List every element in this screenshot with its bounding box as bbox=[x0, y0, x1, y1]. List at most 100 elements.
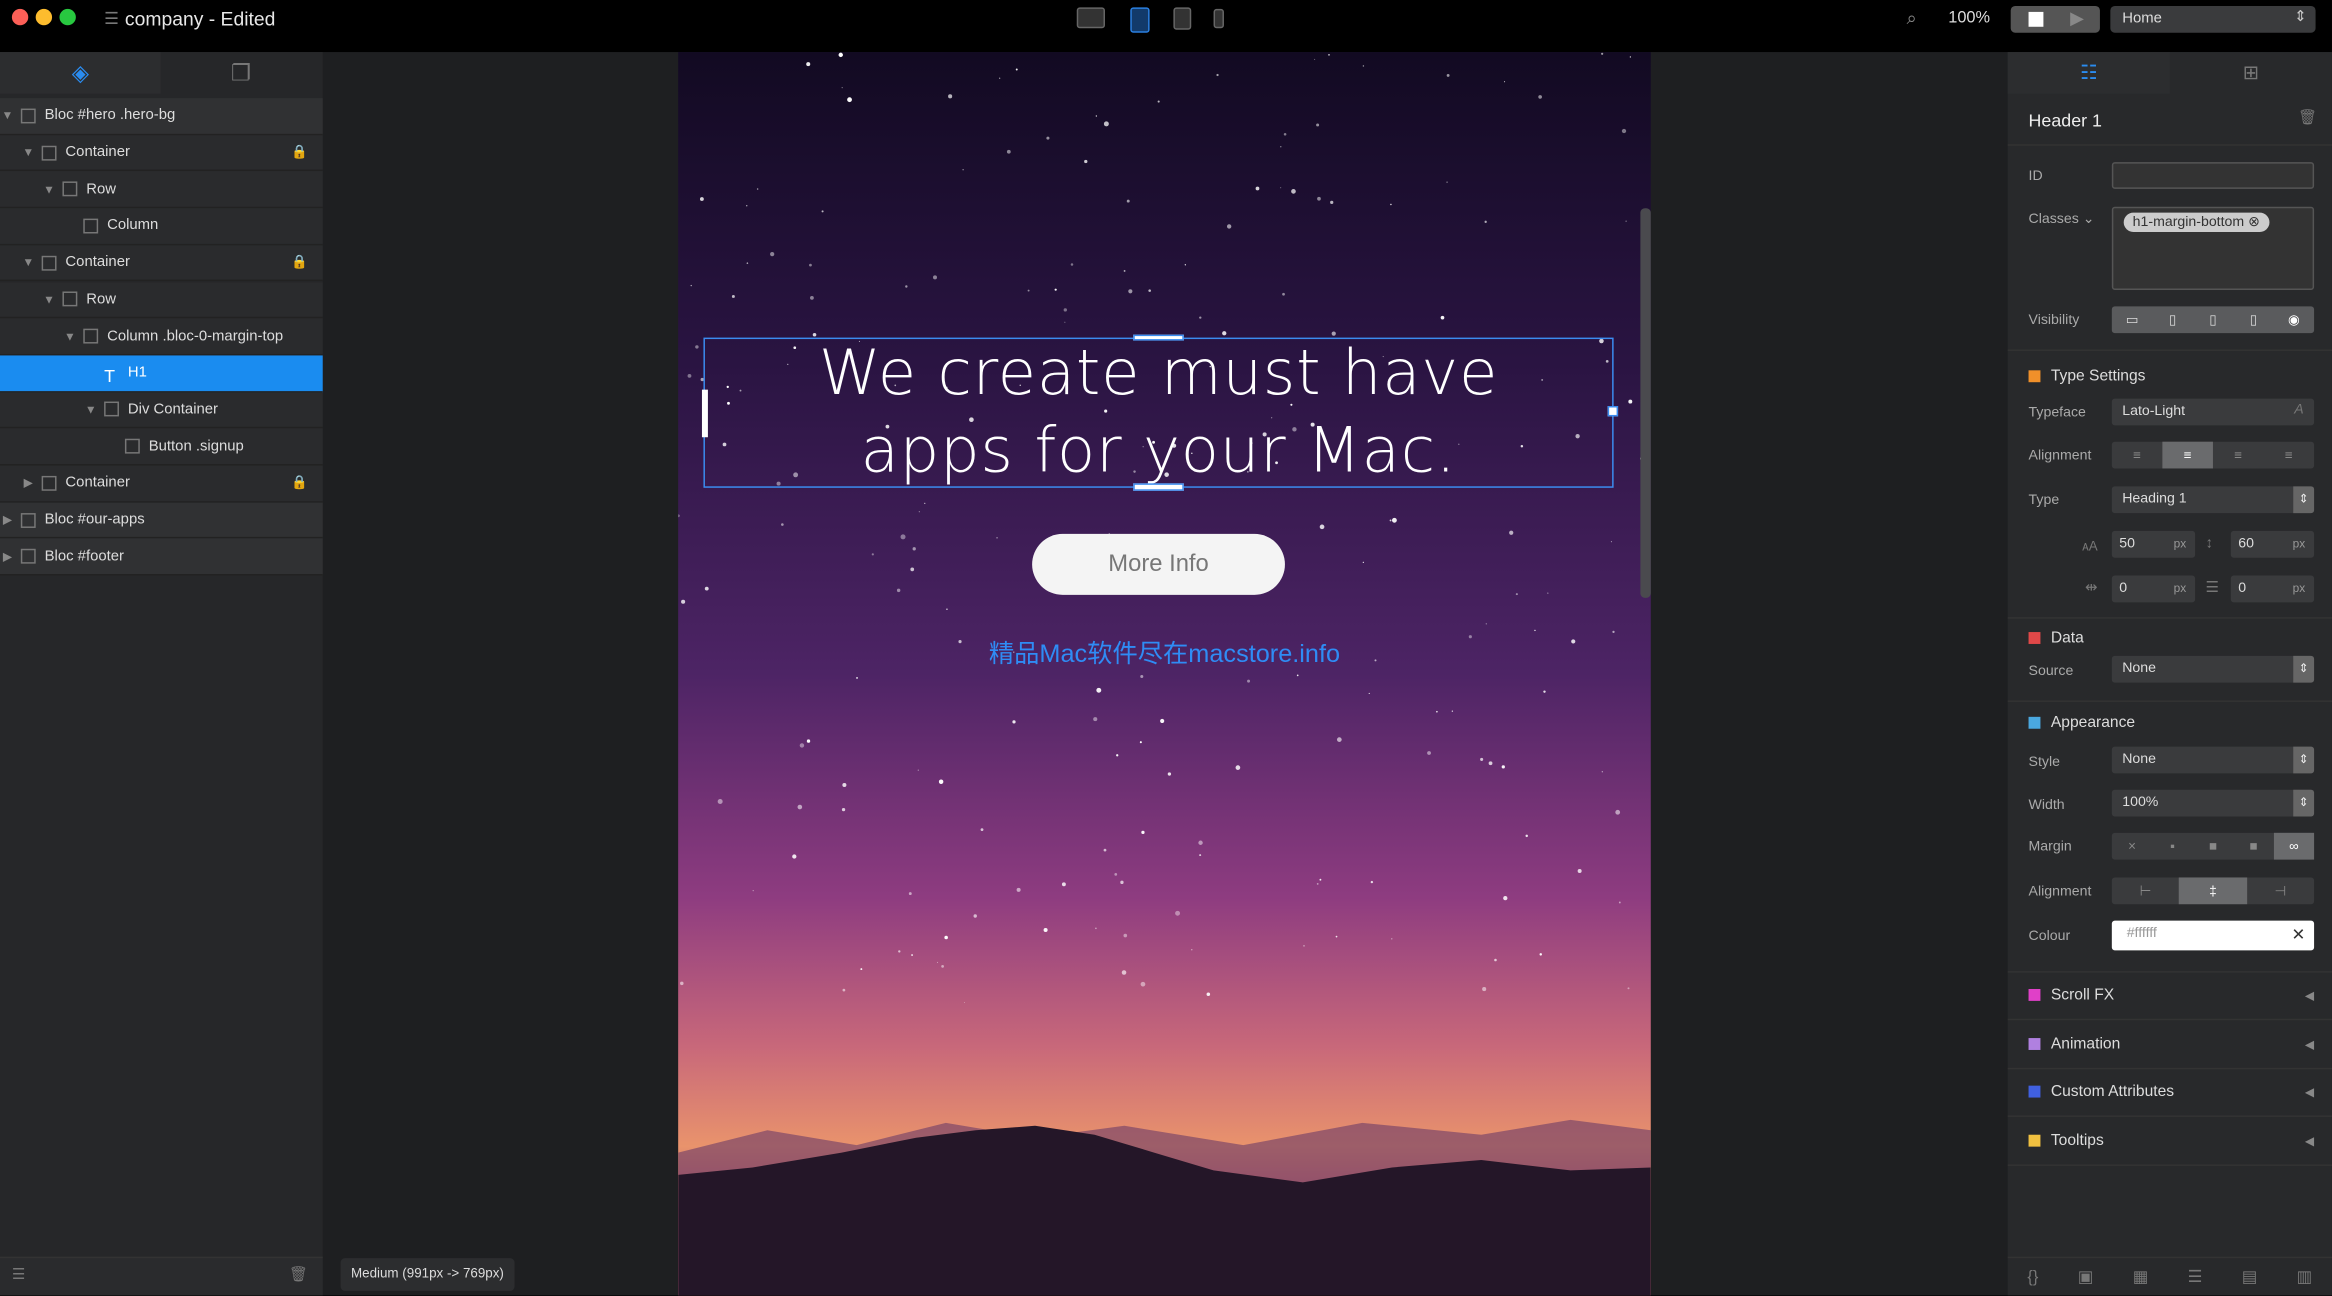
resize-handle-right[interactable] bbox=[1607, 406, 1619, 417]
width-select[interactable]: 100% ⇕ bbox=[2111, 789, 2315, 817]
expand-section-icon[interactable]: ◀ bbox=[2305, 1086, 2314, 1099]
layer-item[interactable]: ▼ Bloc #hero .hero-bg bbox=[0, 98, 323, 135]
visibility-tablet-portrait-icon[interactable]: ▯ bbox=[2193, 306, 2233, 333]
type-settings-header[interactable]: Type Settings bbox=[2028, 367, 2145, 385]
zoom-level[interactable]: 100% bbox=[1948, 9, 1990, 27]
settings-tab-icon[interactable]: ☷ bbox=[2007, 52, 2170, 94]
list-icon[interactable]: ☰ bbox=[2188, 1267, 2203, 1287]
page-preview[interactable]: We create must have apps for your Mac. Mo… bbox=[678, 52, 1651, 1296]
section-custom-attributes[interactable]: Custom Attributes bbox=[2028, 1083, 2174, 1101]
margin-link-icon[interactable]: ∞ bbox=[2273, 832, 2315, 860]
class-tag[interactable]: h1-margin-bottom ⊗ bbox=[2123, 212, 2269, 233]
zoom-window-button[interactable] bbox=[59, 8, 76, 26]
layer-item[interactable]: ▼ Row bbox=[0, 171, 323, 209]
id-input[interactable] bbox=[2111, 162, 2315, 189]
section-animation[interactable]: Animation bbox=[2028, 1034, 2120, 1052]
minimize-window-button[interactable] bbox=[35, 8, 53, 26]
layer-item[interactable]: ▼ Column .bloc-0-margin-top bbox=[0, 318, 323, 356]
grid-icon[interactable]: ▦ bbox=[2133, 1267, 2148, 1287]
layer-item[interactable]: ▶ Bloc #our-apps bbox=[0, 502, 323, 539]
collapse-arrow-icon[interactable]: ▼ bbox=[0, 109, 15, 122]
line-height-input[interactable]: 60 px bbox=[2230, 530, 2315, 558]
typeface-field[interactable]: Lato-Light A bbox=[2111, 398, 2315, 426]
page-selector[interactable]: Home ⇕ bbox=[2110, 5, 2316, 33]
close-window-button[interactable] bbox=[11, 8, 29, 26]
code-icon[interactable]: {} bbox=[2027, 1268, 2038, 1286]
margin-large-icon[interactable]: ■ bbox=[2233, 833, 2273, 860]
section-tooltips[interactable]: Tooltips bbox=[2028, 1131, 2104, 1149]
visibility-eye-icon[interactable]: ◉ bbox=[2274, 306, 2314, 333]
layer-item[interactable]: ▼ Container 🔒 bbox=[0, 245, 323, 282]
device-phone-button[interactable] bbox=[1213, 8, 1224, 29]
word-spacing-input[interactable]: 0 px bbox=[2230, 575, 2315, 603]
layer-item[interactable]: ▶ Container 🔒 bbox=[0, 465, 323, 503]
visibility-desktop-icon[interactable]: ▭ bbox=[2112, 306, 2152, 333]
expand-section-icon[interactable]: ◀ bbox=[2305, 1037, 2314, 1050]
layer-item[interactable]: ▼ Container 🔒 bbox=[0, 134, 323, 172]
margin-none-icon[interactable]: × bbox=[2112, 833, 2152, 860]
layer-item[interactable]: ▼ Div Container bbox=[0, 392, 323, 429]
align-right-icon[interactable]: ≡ bbox=[2213, 442, 2264, 469]
collapse-arrow-icon[interactable]: ▼ bbox=[83, 403, 98, 416]
collapse-arrow-icon[interactable]: ▼ bbox=[42, 183, 57, 196]
expand-arrow-icon[interactable]: ▶ bbox=[0, 513, 15, 526]
collapse-arrow-icon[interactable]: ▼ bbox=[62, 329, 77, 342]
margin-small-icon[interactable]: ▪ bbox=[2152, 833, 2192, 860]
resize-handle-bottom[interactable] bbox=[1133, 483, 1184, 491]
layers-tab-icon[interactable]: ◈ bbox=[0, 52, 161, 94]
colour-input[interactable]: #ffffff ✕ bbox=[2111, 920, 2315, 951]
clear-colour-icon[interactable]: ✕ bbox=[2291, 925, 2305, 945]
expand-arrow-icon[interactable]: ▶ bbox=[21, 476, 36, 489]
type-select[interactable]: Heading 1 ⇕ bbox=[2111, 486, 2315, 514]
collapse-arrow-icon[interactable]: ▼ bbox=[42, 293, 57, 306]
align-left-icon[interactable]: ≡ bbox=[2112, 442, 2163, 469]
align-justify-icon[interactable]: ≡ bbox=[2264, 442, 2315, 469]
canvas-scrollbar[interactable] bbox=[1640, 208, 1651, 598]
data-header[interactable]: Data bbox=[2028, 629, 2084, 647]
font-size-input[interactable]: 50 px bbox=[2111, 530, 2196, 558]
layer-item[interactable]: ▼ Row bbox=[0, 281, 323, 319]
source-select[interactable]: None ⇕ bbox=[2111, 655, 2315, 683]
delete-icon[interactable]: 🗑 bbox=[2298, 110, 2317, 126]
visibility-phone-icon[interactable]: ▯ bbox=[2233, 306, 2273, 333]
expand-arrow-icon[interactable]: ▶ bbox=[0, 550, 15, 563]
collapse-arrow-icon[interactable]: ▼ bbox=[21, 256, 36, 269]
layout-icon[interactable]: ▥ bbox=[2297, 1267, 2312, 1287]
menu-icon[interactable]: ☰ bbox=[12, 1267, 25, 1283]
zoom-search-icon[interactable]: ⌕ bbox=[1907, 7, 1917, 29]
layer-item[interactable]: Button .signup bbox=[0, 428, 323, 466]
layer-item[interactable]: ▶ Bloc #footer bbox=[0, 538, 323, 576]
play-icon[interactable]: ▶ bbox=[2070, 7, 2084, 28]
style-select[interactable]: None ⇕ bbox=[2111, 746, 2315, 774]
layer-item[interactable]: T H1 bbox=[0, 355, 323, 392]
device-tablet-landscape-button[interactable] bbox=[1130, 7, 1150, 33]
trash-icon[interactable]: 🗑 bbox=[289, 1267, 308, 1283]
device-tablet-portrait-button[interactable] bbox=[1173, 7, 1192, 30]
classes-input[interactable]: h1-margin-bottom ⊗ bbox=[2111, 206, 2315, 291]
block-align-left-icon[interactable]: ⊢ bbox=[2112, 877, 2179, 904]
appearance-header[interactable]: Appearance bbox=[2028, 714, 2135, 732]
lock-icon[interactable]: 🔒 bbox=[291, 144, 308, 160]
page-icon[interactable]: ▤ bbox=[2242, 1267, 2257, 1287]
resize-handle-top[interactable] bbox=[1133, 334, 1184, 341]
align-center-icon[interactable]: ≡ bbox=[2162, 441, 2213, 469]
lock-icon[interactable]: 🔒 bbox=[291, 475, 308, 491]
collapse-arrow-icon[interactable]: ▼ bbox=[21, 146, 36, 159]
pages-tab-icon[interactable]: ❐ bbox=[161, 52, 322, 94]
section-scroll-fx[interactable]: Scroll FX bbox=[2028, 986, 2114, 1004]
device-desktop-button[interactable] bbox=[1076, 7, 1105, 29]
expand-section-icon[interactable]: ◀ bbox=[2305, 989, 2314, 1002]
more-info-button[interactable]: More Info bbox=[1032, 533, 1285, 595]
lock-icon[interactable]: 🔒 bbox=[291, 255, 308, 271]
margin-medium-icon[interactable]: ■ bbox=[2193, 833, 2233, 860]
block-align-center-icon[interactable]: ‡ bbox=[2179, 877, 2247, 905]
bloc-icon[interactable]: ▣ bbox=[2078, 1267, 2093, 1287]
add-element-tab-icon[interactable]: ⊞ bbox=[2170, 52, 2332, 94]
layer-item[interactable]: Column bbox=[0, 208, 323, 246]
expand-section-icon[interactable]: ◀ bbox=[2305, 1134, 2314, 1147]
letter-spacing-input[interactable]: 0 px bbox=[2111, 575, 2196, 603]
visibility-tablet-icon[interactable]: ▯ bbox=[2152, 306, 2192, 333]
stop-icon[interactable] bbox=[2028, 11, 2044, 27]
resize-handle-left[interactable] bbox=[701, 389, 708, 438]
block-align-right-icon[interactable]: ⊣ bbox=[2247, 877, 2314, 904]
